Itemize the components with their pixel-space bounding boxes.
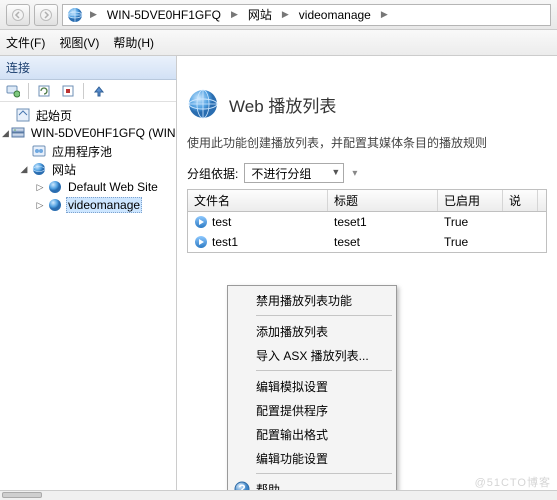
tree-videomanage[interactable]: ▷ videomanage bbox=[0, 196, 176, 214]
collapse-icon[interactable]: ◢ bbox=[2, 127, 9, 139]
nav-forward-button[interactable] bbox=[34, 4, 58, 26]
page-title: Web 播放列表 bbox=[229, 92, 336, 117]
ctx-help[interactable]: ? 帮助 bbox=[230, 477, 394, 490]
chevron-right-icon[interactable]: ▶ bbox=[378, 9, 391, 20]
expand-icon[interactable]: ▷ bbox=[34, 181, 46, 193]
help-icon: ? bbox=[234, 481, 250, 490]
col-enabled[interactable]: 已启用 bbox=[438, 190, 503, 211]
ctx-disable[interactable]: 禁用播放列表功能 bbox=[230, 288, 394, 312]
menu-file[interactable]: 文件(F) bbox=[6, 34, 45, 51]
connections-header: 连接 bbox=[0, 56, 177, 80]
globe-icon bbox=[47, 197, 63, 213]
scroll-thumb[interactable] bbox=[2, 492, 42, 498]
grid-row[interactable]: test1 teset True bbox=[188, 232, 546, 252]
playlist-item-icon bbox=[194, 235, 208, 249]
ctx-func[interactable]: 编辑功能设置 bbox=[230, 446, 394, 470]
ctx-sim[interactable]: 编辑模拟设置 bbox=[230, 374, 394, 398]
playlist-globe-icon bbox=[187, 88, 219, 120]
tree-start-page[interactable]: 起始页 bbox=[0, 106, 176, 124]
chevron-right-icon[interactable]: ▶ bbox=[87, 9, 100, 20]
chevron-right-icon[interactable]: ▶ bbox=[279, 9, 292, 20]
globe-icon bbox=[31, 161, 47, 177]
breadcrumb-host[interactable]: WIN-5DVE0HF1GFQ bbox=[104, 7, 224, 23]
chevron-down-icon: ▼ bbox=[331, 167, 340, 177]
watermark: @51CTO博客 bbox=[475, 474, 551, 490]
group-extra-icon[interactable]: ▾ bbox=[350, 168, 357, 179]
ctx-add[interactable]: 添加播放列表 bbox=[230, 319, 394, 343]
group-by-combo[interactable]: 不进行分组 ▼ bbox=[244, 163, 344, 183]
context-menu: 禁用播放列表功能 添加播放列表 导入 ASX 播放列表... 编辑模拟设置 配置… bbox=[227, 285, 397, 490]
grid-header: 文件名 标题 已启用 说 bbox=[188, 190, 546, 212]
bottom-strip bbox=[0, 490, 557, 500]
expand-icon[interactable]: ▷ bbox=[34, 199, 46, 211]
breadcrumb-sites[interactable]: 网站 bbox=[245, 5, 275, 24]
menu-bar: 文件(F) 视图(V) 帮助(H) bbox=[0, 30, 557, 56]
tree-pane: 起始页 ◢ WIN-5DVE0HF1GFQ (WIN- 应用程序池 ◢ 网站 ▷… bbox=[0, 80, 177, 490]
ctx-output[interactable]: 配置输出格式 bbox=[230, 422, 394, 446]
home-icon bbox=[15, 107, 31, 123]
nav-back-button[interactable] bbox=[6, 4, 30, 26]
col-more[interactable]: 说 bbox=[503, 190, 538, 211]
menu-help[interactable]: 帮助(H) bbox=[113, 34, 154, 51]
connect-icon[interactable] bbox=[4, 82, 22, 100]
playlist-grid: 文件名 标题 已启用 说 test teset1 True test1 tese… bbox=[187, 189, 547, 253]
globe-icon bbox=[47, 179, 63, 195]
breadcrumb[interactable]: ▶ WIN-5DVE0HF1GFQ ▶ 网站 ▶ videomanage ▶ bbox=[62, 4, 551, 26]
server-icon bbox=[67, 7, 83, 23]
collapse-icon[interactable]: ◢ bbox=[18, 163, 30, 175]
breadcrumb-site[interactable]: videomanage bbox=[296, 7, 374, 23]
playlist-item-icon bbox=[194, 215, 208, 229]
ctx-provider[interactable]: 配置提供程序 bbox=[230, 398, 394, 422]
chevron-right-icon[interactable]: ▶ bbox=[228, 9, 241, 20]
address-bar: ▶ WIN-5DVE0HF1GFQ ▶ 网站 ▶ videomanage ▶ bbox=[0, 0, 557, 30]
up-icon[interactable] bbox=[90, 82, 108, 100]
main-pane: Web 播放列表 使用此功能创建播放列表，并配置其媒体条目的播放规则 分组依据:… bbox=[177, 80, 557, 490]
server-icon bbox=[10, 125, 26, 141]
tree-apppools[interactable]: 应用程序池 bbox=[0, 142, 176, 160]
tree: 起始页 ◢ WIN-5DVE0HF1GFQ (WIN- 应用程序池 ◢ 网站 ▷… bbox=[0, 102, 176, 218]
tree-default-site[interactable]: ▷ Default Web Site bbox=[0, 178, 176, 196]
ctx-import[interactable]: 导入 ASX 播放列表... bbox=[230, 343, 394, 367]
col-title[interactable]: 标题 bbox=[328, 190, 438, 211]
tree-toolbar bbox=[0, 80, 176, 102]
page-description: 使用此功能创建播放列表，并配置其媒体条目的播放规则 bbox=[187, 134, 547, 151]
tree-sites[interactable]: ◢ 网站 bbox=[0, 160, 176, 178]
refresh-icon[interactable] bbox=[35, 82, 53, 100]
grid-row[interactable]: test teset1 True bbox=[188, 212, 546, 232]
apppool-icon bbox=[31, 143, 47, 159]
col-filename[interactable]: 文件名 bbox=[188, 190, 328, 211]
group-by-row: 分组依据: 不进行分组 ▼ ▾ bbox=[187, 163, 547, 183]
stop-icon[interactable] bbox=[59, 82, 77, 100]
group-by-label: 分组依据: bbox=[187, 165, 238, 182]
tree-host[interactable]: ◢ WIN-5DVE0HF1GFQ (WIN- bbox=[0, 124, 176, 142]
menu-view[interactable]: 视图(V) bbox=[59, 34, 99, 51]
svg-text:?: ? bbox=[238, 482, 245, 490]
